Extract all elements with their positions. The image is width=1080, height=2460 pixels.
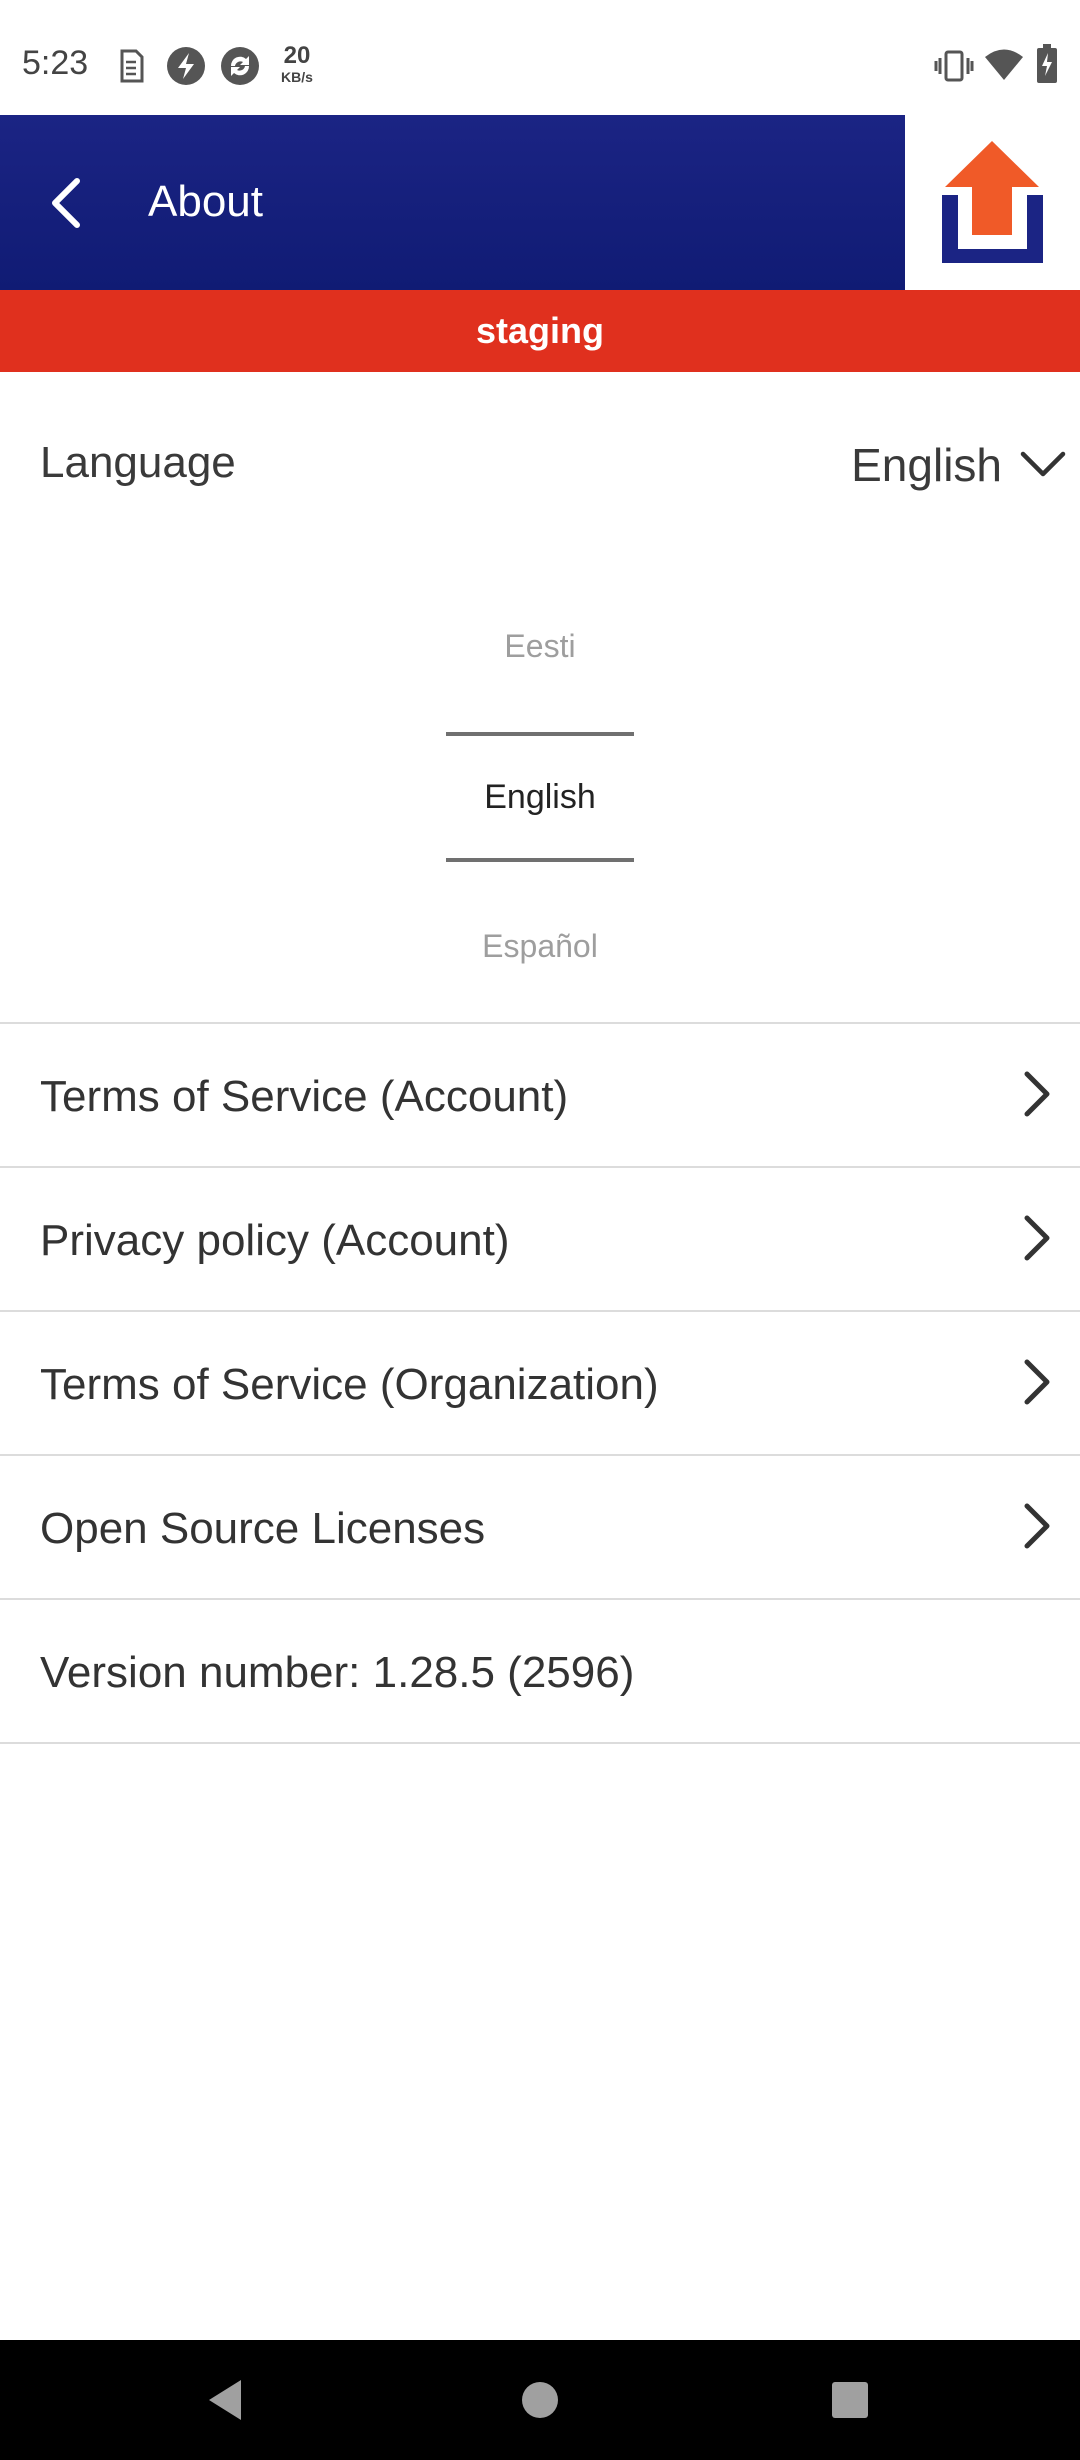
status-bar: 5:23 20 KB/s: [0, 0, 1080, 115]
language-row: Language English: [0, 400, 1080, 530]
app-logo: [905, 115, 1080, 290]
arrow-left-icon: [52, 178, 80, 228]
recents-icon: [832, 2382, 868, 2418]
menu-item-privacy-account[interactable]: Privacy policy (Account): [0, 1168, 1080, 1312]
language-dropdown[interactable]: English: [851, 430, 1066, 500]
environment-banner: staging: [0, 290, 1080, 372]
language-label: Language: [40, 438, 236, 487]
menu-item-label: Open Source Licenses: [40, 1504, 486, 1553]
battery-icon: [1036, 44, 1058, 89]
network-speed: 20 KB/s: [276, 42, 318, 85]
chevron-right-icon: [1024, 1503, 1050, 1549]
chevron-right-icon: [1024, 1071, 1050, 1117]
nav-back-button[interactable]: [190, 2340, 260, 2460]
back-button[interactable]: [30, 167, 100, 239]
system-nav-bar: [0, 2340, 1080, 2460]
picker-option-next[interactable]: Español: [0, 928, 1080, 965]
wifi-icon: [984, 48, 1024, 87]
status-time: 5:23: [22, 44, 89, 82]
chevron-right-icon: [1024, 1215, 1050, 1261]
nav-home-button[interactable]: [505, 2340, 575, 2460]
menu-item-label: Terms of Service (Account): [40, 1072, 569, 1121]
chevron-down-icon: [1020, 451, 1066, 477]
sync-icon: [220, 46, 260, 91]
flash-icon: [166, 46, 206, 91]
network-speed-unit: KB/s: [281, 69, 313, 85]
language-picker[interactable]: Eesti English Español: [0, 600, 1080, 1020]
menu-item-label: Privacy policy (Account): [40, 1216, 510, 1265]
vibrate-icon: [934, 50, 974, 87]
menu-item-terms-account[interactable]: Terms of Service (Account): [0, 1024, 1080, 1168]
picker-divider-top: [446, 732, 634, 736]
picker-option-previous[interactable]: Eesti: [0, 628, 1080, 665]
menu-item-label: Terms of Service (Organization): [40, 1360, 659, 1409]
sim-icon: [116, 48, 146, 89]
menu-item-open-source-licenses[interactable]: Open Source Licenses: [0, 1456, 1080, 1600]
menu-item-terms-organization[interactable]: Terms of Service (Organization): [0, 1312, 1080, 1456]
upload-logo-icon: [942, 141, 1043, 263]
back-icon: [209, 2380, 241, 2420]
page-title: About: [148, 177, 263, 226]
chevron-right-icon: [1024, 1359, 1050, 1405]
language-selected-value: English: [851, 439, 1002, 491]
picker-divider-bottom: [446, 858, 634, 862]
picker-option-current[interactable]: English: [0, 778, 1080, 817]
about-menu-list: Terms of Service (Account) Privacy polic…: [0, 1022, 1080, 1744]
version-row: Version number: 1.28.5 (2596): [0, 1600, 1080, 1744]
app-bar: About: [0, 115, 905, 290]
nav-recents-button[interactable]: [815, 2340, 885, 2460]
home-icon: [522, 2382, 558, 2418]
network-speed-value: 20: [283, 42, 311, 69]
version-number: Version number: 1.28.5 (2596): [40, 1648, 635, 1697]
